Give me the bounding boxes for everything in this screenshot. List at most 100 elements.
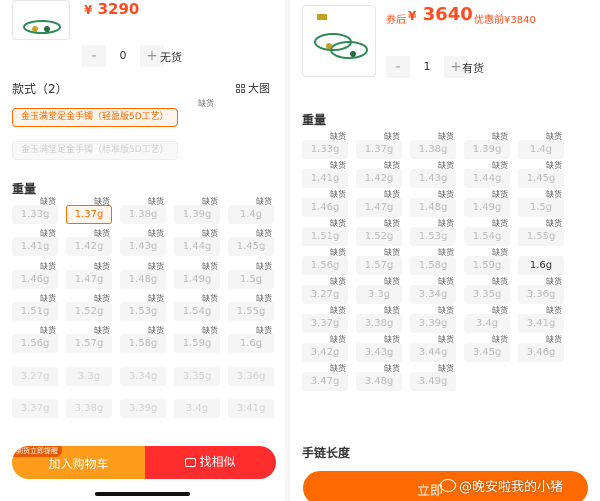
weight-option[interactable]: 1.53g (120, 301, 166, 321)
weight-option[interactable]: 3.39g (410, 314, 456, 333)
weight-option[interactable]: 1.59g (174, 334, 220, 354)
weight-option[interactable]: 3.42g (302, 343, 348, 362)
style-option[interactable]: 金玉满堂足金手镯（标准版5D工艺） (12, 141, 178, 160)
weight-option[interactable]: 1.48g (120, 269, 166, 289)
weight-option[interactable]: 1.51g (302, 227, 348, 246)
out-of-stock-tag: 缺货 (546, 161, 562, 170)
find-similar-button[interactable]: 找相似 (145, 446, 276, 479)
weight-option[interactable]: 1.46g (302, 198, 348, 217)
product-thumbnail[interactable] (12, 0, 70, 40)
weight-option[interactable]: 1.47g (66, 269, 112, 289)
quantity-value[interactable]: 0 (106, 45, 140, 67)
weight-option[interactable]: 3.36g (518, 285, 564, 304)
weight-option[interactable]: 1.52g (66, 301, 112, 321)
weight-option[interactable]: 1.57g (66, 334, 112, 354)
weight-option[interactable]: 3.46g (518, 343, 564, 362)
weight-option[interactable]: 1.39g (174, 205, 220, 224)
weight-option[interactable]: 1.44g (174, 237, 220, 257)
weight-option[interactable]: 3.38g (66, 398, 112, 418)
weight-option[interactable]: 1.59g (464, 256, 510, 275)
weight-option[interactable]: 3.48g (356, 372, 402, 391)
weight-option[interactable]: 1.58g (120, 334, 166, 354)
weight-option[interactable]: 3.27g (12, 366, 58, 386)
weight-option[interactable]: 1.38g (120, 205, 166, 224)
weight-option[interactable]: 1.45g (518, 169, 564, 188)
camera-icon (185, 458, 197, 467)
weight-option[interactable]: 1.46g (12, 269, 58, 289)
out-of-stock-tag: 缺货 (438, 190, 454, 199)
weight-option[interactable]: 3.34g (120, 366, 166, 386)
weight-option[interactable]: 3.41g (518, 314, 564, 333)
weight-option[interactable]: 1.55g (228, 301, 274, 321)
find-similar-label: 找相似 (199, 455, 236, 469)
weight-option[interactable]: 1.6g (518, 256, 564, 275)
weight-option[interactable]: 1.58g (410, 256, 456, 275)
weight-option[interactable]: 1.33g (12, 205, 58, 224)
weight-option[interactable]: 1.5g (518, 198, 564, 217)
weight-option[interactable]: 3.37g (302, 314, 348, 333)
weight-option[interactable]: 1.52g (356, 227, 402, 246)
weight-option[interactable]: 3.3g (66, 366, 112, 386)
weight-option[interactable]: 1.55g (518, 227, 564, 246)
weight-option[interactable]: 1.56g (302, 256, 348, 275)
product-thumbnail[interactable] (302, 5, 376, 77)
weight-option[interactable]: 1.41g (302, 169, 348, 188)
weight-option[interactable]: 1.51g (12, 301, 58, 321)
big-picture-toggle[interactable]: 大图 (236, 80, 270, 96)
add-to-cart-button[interactable]: 到货立即提醒 加入购物车 (12, 446, 145, 479)
weight-option[interactable]: 1.43g (410, 169, 456, 188)
weight-option[interactable]: 1.47g (356, 198, 402, 217)
weight-option[interactable]: 3.36g (228, 366, 274, 386)
weight-option[interactable]: 3.4g (174, 398, 220, 418)
weight-option[interactable]: 3.41g (228, 398, 274, 418)
weight-option[interactable]: 1.6g (228, 334, 274, 354)
weight-option[interactable]: 1.43g (120, 237, 166, 257)
weight-option[interactable]: 1.48g (410, 198, 456, 217)
weight-option[interactable]: 3.49g (410, 372, 456, 391)
weight-option[interactable]: 3.45g (464, 343, 510, 362)
out-of-stock-tag: 缺货 (492, 161, 508, 170)
weight-option[interactable]: 1.45g (228, 237, 274, 257)
weight-option[interactable]: 3.35g (464, 285, 510, 304)
weight-option[interactable]: 3.39g (120, 398, 166, 418)
weight-option[interactable]: 1.38g (410, 140, 456, 159)
weight-option[interactable]: 1.54g (174, 301, 220, 321)
weight-option[interactable]: 1.49g (174, 269, 220, 289)
weight-option[interactable]: 3.37g (12, 398, 58, 418)
weight-option[interactable]: 3.4g (464, 314, 510, 333)
weight-option[interactable]: 1.39g (464, 140, 510, 159)
weight-option[interactable]: 1.37g (66, 205, 112, 224)
out-of-stock-tag: 缺货 (492, 335, 508, 344)
weight-option[interactable]: 3.38g (356, 314, 402, 333)
weight-option[interactable]: 3.43g (356, 343, 402, 362)
out-of-stock-tag: 缺货 (438, 248, 454, 257)
screenshot-stage: ¥ 3290 - 0 + 无货 款式（2） 大图 金玉满堂足金手镯（轻盈版5D工… (0, 0, 600, 501)
weight-option[interactable]: 1.37g (356, 140, 402, 159)
out-of-stock-tag: 缺货 (384, 248, 400, 257)
weight-option[interactable]: 1.56g (12, 334, 58, 354)
weight-option[interactable]: 1.49g (464, 198, 510, 217)
decrease-button[interactable]: - (82, 45, 106, 67)
weight-option[interactable]: 1.53g (410, 227, 456, 246)
weight-option[interactable]: 1.42g (356, 169, 402, 188)
weight-option[interactable]: 1.33g (302, 140, 348, 159)
weight-option[interactable]: 1.5g (228, 269, 274, 289)
weight-option[interactable]: 3.35g (174, 366, 220, 386)
weight-option[interactable]: 1.4g (518, 140, 564, 159)
out-of-stock-tag: 缺货 (148, 197, 164, 206)
weight-option[interactable]: 3.3g (356, 285, 402, 304)
weight-option[interactable]: 3.27g (302, 285, 348, 304)
weight-option[interactable]: 1.42g (66, 237, 112, 257)
bracelet-image-icon (314, 14, 368, 59)
weight-option[interactable]: 1.41g (12, 237, 58, 257)
weight-option[interactable]: 3.47g (302, 372, 348, 391)
weight-option[interactable]: 1.44g (464, 169, 510, 188)
weight-option[interactable]: 1.4g (228, 205, 274, 224)
weight-option[interactable]: 1.57g (356, 256, 402, 275)
weight-option[interactable]: 1.54g (464, 227, 510, 246)
decrease-button[interactable]: - (386, 56, 410, 78)
quantity-value[interactable]: 1 (410, 56, 444, 78)
weight-option[interactable]: 3.44g (410, 343, 456, 362)
weight-option[interactable]: 3.34g (410, 285, 456, 304)
style-option[interactable]: 金玉满堂足金手镯（轻盈版5D工艺） (12, 108, 178, 127)
